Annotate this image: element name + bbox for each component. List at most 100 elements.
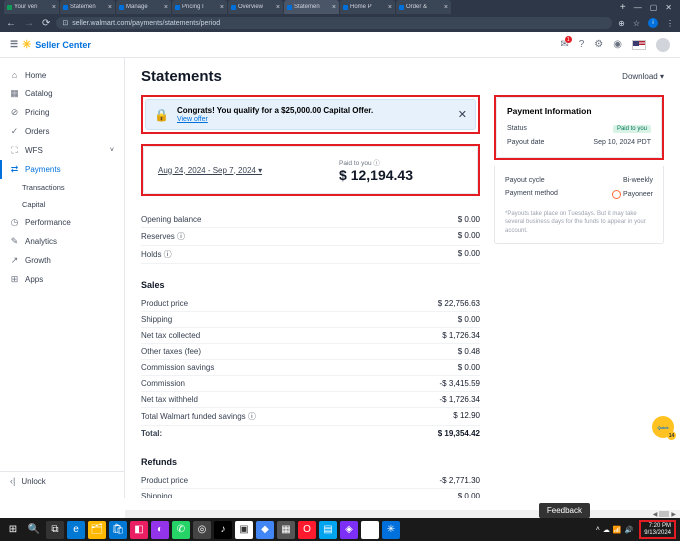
- inbox-icon[interactable]: ✉1: [560, 39, 568, 50]
- avatar[interactable]: [656, 38, 670, 52]
- settings-icon[interactable]: ⚙: [594, 39, 603, 50]
- sidebar-item-payments[interactable]: ⇄Payments: [0, 160, 124, 179]
- app-icon[interactable]: ▦: [277, 521, 295, 539]
- notification-icon[interactable]: ◉: [613, 39, 622, 50]
- view-offer-link[interactable]: View offer: [177, 116, 450, 123]
- nav-forward[interactable]: →: [24, 18, 34, 29]
- menu-toggle-icon[interactable]: ☰: [10, 39, 18, 50]
- main-content: Statements Download ▾ 🔒 Congrats! You qu…: [125, 58, 680, 498]
- us-flag-icon[interactable]: [632, 40, 646, 50]
- payout-date-value: Sep 10, 2024 PDT: [593, 139, 651, 146]
- sidebar-unlock[interactable]: ‹| Unlock: [0, 472, 124, 490]
- window-minimize[interactable]: —: [634, 3, 642, 12]
- sidebar-item-capital[interactable]: Capital: [0, 196, 124, 213]
- sidebar-icon: ◷: [10, 217, 19, 228]
- sidebar-item-wfs[interactable]: ⛶WFS˅: [0, 141, 124, 160]
- whatsapp-icon[interactable]: ✆: [172, 521, 190, 539]
- app-icon[interactable]: ◧: [130, 521, 148, 539]
- sidebar-item-label: Capital: [22, 200, 45, 209]
- tray-wifi-icon[interactable]: 📶: [613, 526, 622, 534]
- browser-tab[interactable]: Overview×: [228, 0, 283, 14]
- nav-reload[interactable]: ⟳: [42, 18, 50, 29]
- quick-help-button[interactable]: Quick: [652, 416, 674, 438]
- browser-tab[interactable]: Home P×: [340, 0, 395, 14]
- download-button[interactable]: Download ▾: [622, 72, 664, 81]
- app-icon[interactable]: ▣: [235, 521, 253, 539]
- sidebar-icon: ⊘: [10, 107, 19, 118]
- sidebar-item-apps[interactable]: ⊞Apps: [0, 270, 124, 289]
- start-button[interactable]: ⊞: [4, 521, 22, 539]
- opera-icon[interactable]: O: [298, 521, 316, 539]
- window-close[interactable]: ✕: [665, 3, 672, 12]
- clock-date: 9/13/2024: [644, 530, 671, 537]
- browser-tab[interactable]: Pricing I×: [172, 0, 227, 14]
- nav-back[interactable]: ←: [6, 18, 16, 29]
- seller-center-header: ☰ ✳ Seller Center ✉1 ? ⚙ ◉: [0, 32, 680, 58]
- app-icon[interactable]: ✳: [382, 521, 400, 539]
- sidebar-item-home[interactable]: ⌂Home: [0, 66, 124, 84]
- sidebar-item-transactions[interactable]: Transactions: [0, 179, 124, 196]
- close-icon[interactable]: ✕: [458, 108, 467, 121]
- new-tab-button[interactable]: +: [616, 2, 630, 13]
- window-maximize[interactable]: ▢: [650, 3, 658, 12]
- sidebar-icon: ⛶: [10, 145, 19, 156]
- sidebar-item-growth[interactable]: ↗Growth: [0, 251, 124, 270]
- line-item: Product price$ 22,756.63: [141, 296, 480, 312]
- seller-center-logo[interactable]: ☰ ✳ Seller Center: [10, 38, 91, 51]
- sidebar-item-catalog[interactable]: ▦Catalog: [0, 84, 124, 103]
- task-view[interactable]: ⧉: [46, 521, 64, 539]
- tray-cloud-icon[interactable]: ☁: [603, 526, 610, 534]
- sidebar-item-performance[interactable]: ◷Performance: [0, 213, 124, 232]
- app-icon[interactable]: ▤: [319, 521, 337, 539]
- tiktok-icon[interactable]: ♪: [214, 521, 232, 539]
- sidebar-item-orders[interactable]: ✓Orders: [0, 122, 124, 141]
- app-icon[interactable]: ◈: [340, 521, 358, 539]
- windows-taskbar: ⊞ 🔍 ⧉ e 🗂 🛍 ◧ ◐ ✆ ◎ ♪ ▣ ◆ ▦ O ▤ ◈ ◉ ✳ ˄ …: [0, 518, 680, 541]
- browser-tab-strip: Your veri×Statemen×Manage×Pricing I×Over…: [0, 0, 680, 14]
- store-icon[interactable]: 🛍: [109, 521, 127, 539]
- line-item: Opening balance$ 0.00: [141, 212, 480, 228]
- sidebar-item-analytics[interactable]: ✎Analytics: [0, 232, 124, 251]
- browser-tab[interactable]: Statemen×: [284, 0, 339, 14]
- browser-tab[interactable]: Order &×: [396, 0, 451, 14]
- line-item: Shipping$ 0.00: [141, 489, 480, 498]
- line-item: Product price-$ 2,771.30: [141, 473, 480, 489]
- horizontal-scrollbar[interactable]: ◀▶: [125, 510, 680, 518]
- feedback-button[interactable]: Feedback: [539, 503, 590, 518]
- payout-date-label: Payout date: [507, 139, 544, 146]
- app-icon[interactable]: ◆: [256, 521, 274, 539]
- line-label: Commission: [141, 379, 185, 388]
- payout-note: *Payouts take place on Tuesdays. But it …: [505, 210, 653, 235]
- callout-system-time[interactable]: 7:20 PM 9/13/2024: [639, 520, 676, 539]
- line-value: $ 0.00: [458, 231, 480, 242]
- tray-volume-icon[interactable]: 🔊: [625, 526, 634, 534]
- line-value: $ 12.90: [453, 411, 480, 422]
- tray-chevron-icon[interactable]: ˄: [596, 526, 600, 534]
- line-value: -$ 3,415.59: [440, 379, 480, 388]
- callout-period-summary: Aug 24, 2024 - Sep 7, 2024 ▾ Paid to you…: [141, 144, 480, 196]
- period-range-selector[interactable]: Aug 24, 2024 - Sep 7, 2024 ▾: [158, 166, 262, 175]
- explorer-icon[interactable]: 🗂: [88, 521, 106, 539]
- sidebar-item-pricing[interactable]: ⊘ Pricing: [0, 103, 124, 122]
- edge-icon[interactable]: e: [67, 521, 85, 539]
- chrome-icon[interactable]: ◉: [361, 521, 379, 539]
- profile-icon[interactable]: i: [648, 18, 658, 28]
- page-title: Statements: [141, 68, 222, 85]
- sidebar-icon: ⌂: [10, 70, 19, 80]
- browser-tab[interactable]: Manage×: [116, 0, 171, 14]
- app-icon[interactable]: ◎: [193, 521, 211, 539]
- search-button[interactable]: 🔍: [25, 521, 43, 539]
- browser-tab[interactable]: Your veri×: [4, 0, 59, 14]
- line-label: Shipping: [141, 315, 172, 324]
- browser-tab[interactable]: Statemen×: [60, 0, 115, 14]
- notif-badge: 1: [565, 36, 572, 43]
- sidebar-item-label: Apps: [25, 275, 43, 284]
- help-icon[interactable]: ?: [579, 39, 585, 50]
- url-input[interactable]: ⊡ seller.walmart.com/payments/statements…: [56, 17, 612, 29]
- menu-icon[interactable]: ⋮: [666, 19, 674, 28]
- app-icon[interactable]: ◐: [151, 521, 169, 539]
- refunds-heading: Refunds: [141, 457, 480, 467]
- search-icon[interactable]: ⊕: [618, 19, 625, 28]
- sidebar-item-label: Pricing: [25, 108, 49, 117]
- bookmark-icon[interactable]: ☆: [633, 19, 640, 28]
